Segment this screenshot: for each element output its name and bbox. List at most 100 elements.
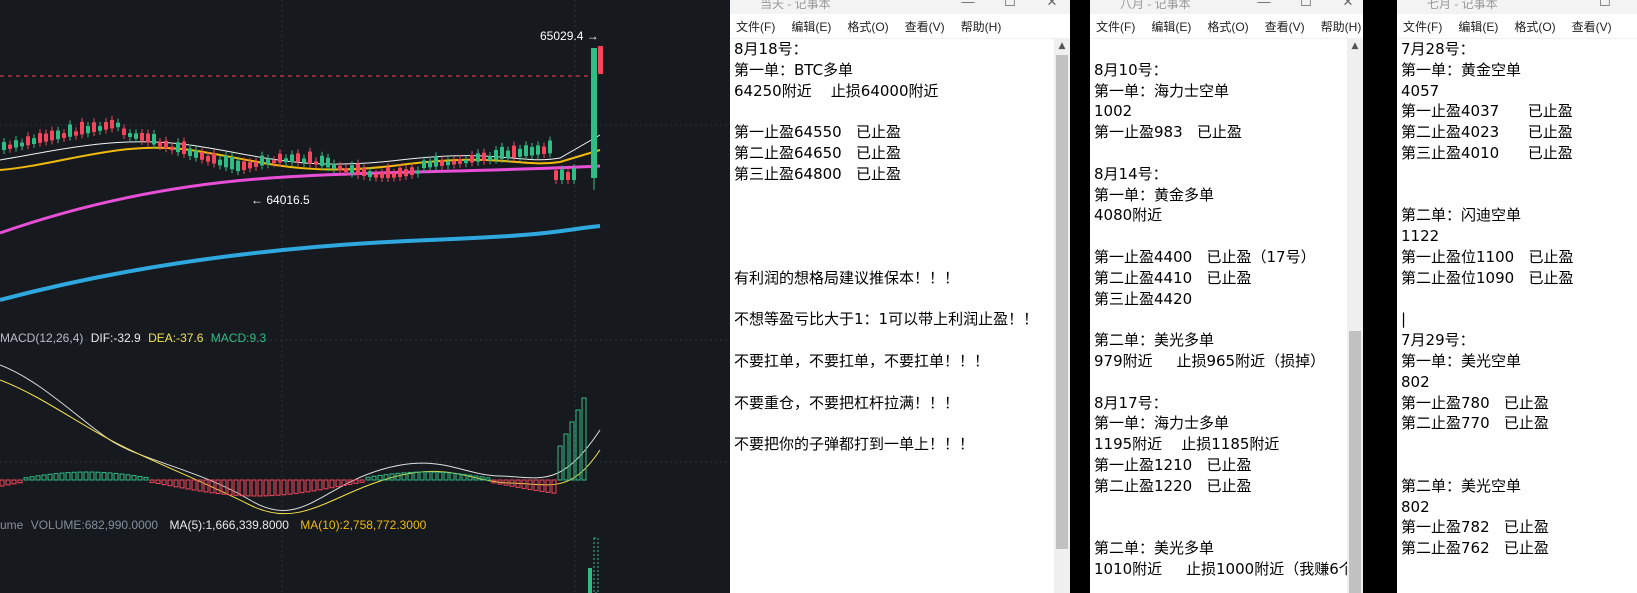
candlestick [296,153,300,163]
text-line: 第二止盈位1090 已止盈 [1401,268,1574,287]
minimize-icon[interactable]: — [958,0,978,9]
macd-dea-line [0,379,601,515]
candlestick [380,172,384,178]
menu-file[interactable]: 文件(F) [1096,18,1135,35]
scroll-up-icon[interactable]: ▲ [1347,39,1363,53]
text-line: 8月14号： [1094,164,1168,183]
menu-file[interactable]: 文件(F) [1403,18,1442,35]
text-line: 64250附近 止损64000附近 [734,81,939,100]
candlestick [500,146,504,159]
text-area[interactable]: 7月28号： 第一单：黄金空单 4057 第一止盈4037 已止盈 第二止盈4023 已… [1397,39,1637,593]
menu-format[interactable]: 格式(O) [1207,18,1248,35]
candlestick [350,165,354,174]
window-titlebar[interactable]: 八月 - 记事本 — ☐ ✕ [1090,0,1363,14]
menu-file[interactable]: 文件(F) [736,18,775,35]
candlestick [452,160,456,165]
window-gap [1070,0,1090,593]
candlestick [440,160,444,166]
menu-bar: 文件(F) 编辑(E) 格式(O) 查看(V) [1397,14,1637,39]
window-title: 七月 - 记事本 [1427,0,1498,11]
maximize-icon[interactable]: ☐ [1595,0,1615,10]
macd-bar [47,473,53,481]
macd-bar [485,477,491,481]
macd-bar [29,476,35,481]
menu-view[interactable]: 查看(V) [905,18,945,35]
scrollbar-thumb[interactable] [1349,331,1361,593]
trading-chart-panel[interactable]: 65029.4 → ← 64016.5 MACD(12,26,4) DIF:-3… [0,0,730,593]
menu-view[interactable]: 查看(V) [1265,18,1305,35]
candlestick [176,142,180,153]
volume-ma10: MA(10):2,758,772.3000 [300,518,427,532]
text-line [1090,372,1347,393]
scrollbar-thumb[interactable] [1056,55,1068,549]
notepad-window-august[interactable]: 八月 - 记事本 — ☐ ✕ 文件(F) 编辑(E) 格式(O) 查看(V) 帮… [1090,0,1363,593]
candlestick [8,144,12,149]
candlestick [464,159,468,164]
candlestick [212,153,216,164]
vertical-scrollbar[interactable]: ▲ [1347,39,1363,593]
menu-format[interactable]: 格式(O) [847,18,888,35]
macd-bar [119,473,125,481]
candlestick [86,126,90,134]
notepad-window-july[interactable]: 七月 - 记事本 ☐ 文件(F) 编辑(E) 格式(O) 查看(V) 7月28号… [1397,0,1637,593]
arrow-left-icon: ← [251,193,263,207]
macd-bar [5,479,11,486]
candlestick [284,158,288,163]
maximize-icon[interactable]: ☐ [1296,0,1316,10]
menu-edit[interactable]: 编辑(E) [1458,18,1498,35]
text-line [1090,143,1347,164]
text-line [1090,39,1347,60]
candlestick-chart[interactable] [0,0,730,593]
menu-help[interactable]: 帮助(H) [961,18,1002,35]
candlestick [506,150,510,159]
candlestick [566,171,570,180]
candlestick [20,142,24,147]
window-titlebar[interactable]: 当天 - 记事本 — ☐ ✕ [730,0,1070,14]
candlestick [14,140,18,148]
candlestick [591,48,597,178]
arrow-right-icon: → [586,29,599,43]
candlestick [404,169,408,177]
close-icon[interactable]: ✕ [1338,0,1358,10]
scroll-up-icon[interactable]: ▲ [1054,39,1070,53]
maximize-icon[interactable]: ☐ [1000,0,1020,10]
macd-bar [215,479,221,495]
candlestick [26,136,30,146]
text-line: 不要把你的子弹都打到一单上！！！ [734,435,975,454]
candlestick [128,133,132,137]
vertical-scrollbar[interactable]: ▲ [1054,39,1070,593]
text-line: 第一单：BTC多单 [734,60,854,79]
text-line: 有利润的想格局建议推保本！！！ [734,268,960,287]
macd-bar [269,479,275,497]
macd-bar [371,475,377,481]
text-line: 第一止盈4037 已止盈 [1401,102,1573,121]
text-area[interactable]: 8月10号： 第一单：海力士空单 1002 第一止盈983 已止盈 8月14号： 第一单：… [1090,39,1347,593]
text-line: 第一止盈780 已止盈 [1401,393,1549,412]
menu-bar: 文件(F) 编辑(E) 格式(O) 查看(V) 帮助(H) [730,14,1070,39]
macd-bar [89,471,95,481]
candlestick [224,155,228,168]
text-line: 第一止盈4400 已止盈（17号） [1094,247,1316,266]
close-icon[interactable]: ✕ [1042,0,1062,10]
candlestick [206,155,210,162]
macd-bar [77,471,83,481]
macd-bar [191,479,197,491]
macd-bar [41,474,47,481]
menu-format[interactable]: 格式(O) [1514,18,1555,35]
candlestick [68,124,72,137]
text-line: 8月18号： [734,40,808,58]
menu-edit[interactable]: 编辑(E) [1151,18,1191,35]
text-area[interactable]: 8月18号： 第一单：BTC多单 64250附近 止损64000附近 第一止盈6455… [730,39,1054,593]
text-line [1397,434,1637,455]
menu-help[interactable]: 帮助(H) [1321,18,1362,35]
minimize-icon[interactable]: — [1254,0,1274,9]
ma-blue-line [0,224,601,302]
text-line: 802 [1401,497,1430,516]
candlestick [446,161,450,166]
menu-edit[interactable]: 编辑(E) [791,18,831,35]
macd-bar [299,479,305,494]
notepad-window-today[interactable]: 当天 - 记事本 — ☐ ✕ 文件(F) 编辑(E) 格式(O) 查看(V) 帮… [730,0,1070,593]
window-titlebar[interactable]: 七月 - 记事本 ☐ [1397,0,1637,14]
volume-bar [593,537,599,593]
menu-view[interactable]: 查看(V) [1572,18,1612,35]
